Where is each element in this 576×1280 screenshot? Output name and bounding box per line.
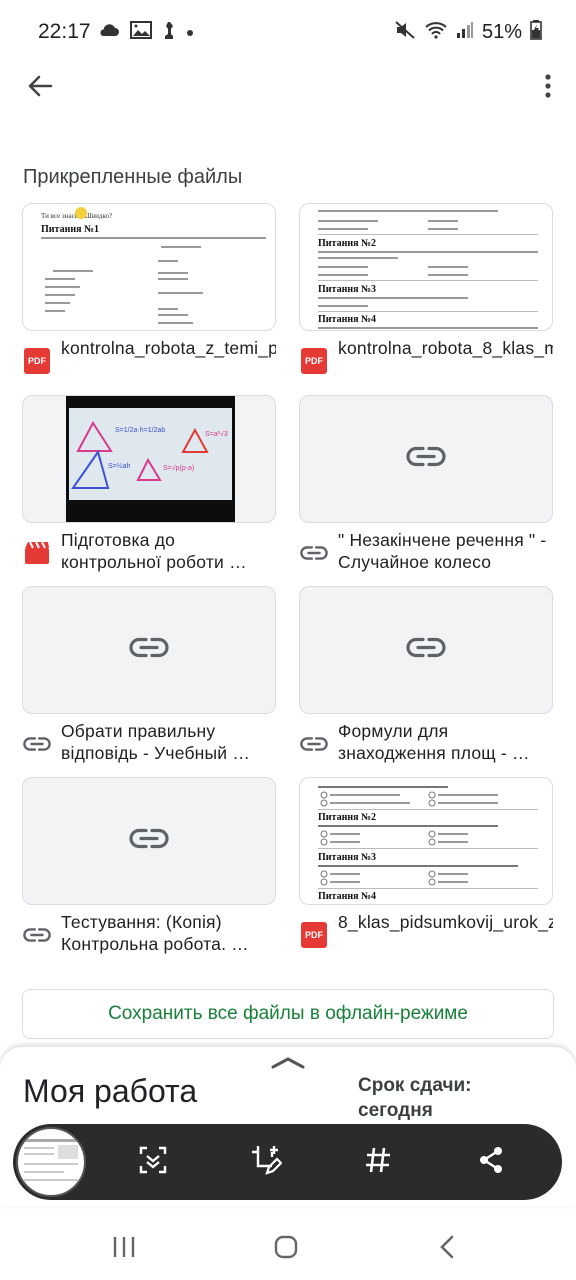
svg-text:S=a²√3: S=a²√3 — [205, 430, 228, 438]
link-thumbnail[interactable] — [299, 586, 553, 714]
more-vert-icon — [545, 73, 551, 103]
screenshot-toolbar — [13, 1124, 562, 1200]
share-button[interactable] — [473, 1144, 509, 1180]
attached-files-title: Прикрепленные файлы — [23, 166, 243, 188]
link-icon — [299, 538, 329, 568]
gallery-icon — [130, 21, 152, 44]
link-icon — [299, 729, 329, 759]
screenshot-thumbnail[interactable] — [16, 1127, 86, 1197]
status-bar: 22:17 51% — [0, 0, 576, 64]
chess-icon — [162, 20, 176, 45]
crop-edit-icon — [250, 1144, 283, 1181]
video-thumbnail[interactable]: S=1/2a·h=1/2ab S=a²√3 S=½ah S=√p(p-a) — [22, 395, 276, 523]
app-bar — [0, 64, 576, 110]
mute-icon — [394, 20, 416, 45]
attachment-item[interactable]: " Незакінчене речення " - Случайное коле… — [299, 395, 553, 589]
my-work-title: Моя работа — [23, 1073, 198, 1109]
back-button[interactable] — [22, 70, 58, 106]
svg-text:Питання №2: Питання №2 — [318, 812, 376, 823]
file-name: " Незакінчене речення " - Случайное коле… — [338, 530, 547, 572]
svg-text:Питання №1: Питання №1 — [41, 224, 99, 235]
pdf-icon: PDF — [299, 346, 329, 376]
home-button[interactable] — [266, 1232, 306, 1266]
signal-icon — [456, 21, 474, 44]
system-back-button[interactable] — [427, 1232, 467, 1266]
link-icon — [406, 637, 446, 664]
chevron-left-icon — [439, 1235, 455, 1264]
document-thumbnail[interactable]: Ти все знаєш? Швидко? Питання №1 — [22, 203, 276, 331]
file-name: Підготовка до контрольної роботи … — [61, 530, 247, 572]
wifi-icon — [424, 21, 448, 44]
link-icon — [22, 920, 52, 950]
file-name: Формули для знаходження площ - … — [338, 721, 530, 763]
link-icon — [129, 828, 169, 855]
link-thumbnail[interactable] — [22, 777, 276, 905]
chevron-up-icon[interactable] — [270, 1055, 306, 1074]
tag-button[interactable] — [360, 1144, 396, 1180]
battery-icon — [530, 20, 542, 45]
home-icon — [274, 1235, 298, 1264]
dot-icon — [186, 24, 194, 42]
link-thumbnail[interactable] — [22, 586, 276, 714]
document-thumbnail[interactable]: Питання №2 Питання №3 Питання №4 — [299, 203, 553, 331]
link-icon — [406, 446, 446, 473]
svg-text:Питання №3: Питання №3 — [318, 852, 376, 863]
due-date-value: сегодня — [358, 1100, 433, 1121]
battery-percent: 51% — [481, 21, 522, 43]
pdf-icon: PDF — [299, 920, 329, 950]
system-nav-bar — [0, 1218, 576, 1280]
due-date-label: Срок сдачи: — [358, 1075, 472, 1096]
link-icon — [22, 729, 52, 759]
recents-icon — [112, 1236, 136, 1263]
attachment-item[interactable]: Ти все знаєш? Швидко? Питання №1 PDF kon… — [22, 203, 276, 397]
attachment-item[interactable]: S=1/2a·h=1/2ab S=a²√3 S=½ah S=√p(p-a) Пі… — [22, 395, 276, 589]
document-thumbnail[interactable]: Питання №2 Питання №3 Питання №4 — [299, 777, 553, 905]
arrow-back-icon — [27, 74, 53, 103]
save-offline-button[interactable]: Сохранить все файлы в офлайн-режиме — [22, 989, 554, 1039]
file-name: Обрати правильну відповідь - Учебный … — [61, 721, 251, 763]
svg-text:Питання №4: Питання №4 — [318, 891, 376, 902]
svg-text:Питання №3: Питання №3 — [318, 284, 376, 295]
svg-text:S=½ah: S=½ah — [108, 462, 130, 470]
link-thumbnail[interactable] — [299, 395, 553, 523]
attachment-item[interactable]: Питання №2 Питання №3 Питання №4 PDF 8_k… — [299, 777, 553, 971]
file-name: 8_klas_pidsumkovij_urok_z_temi_plosi_mno… — [338, 912, 553, 932]
svg-text:Питання №2: Питання №2 — [318, 238, 376, 249]
due-date: Срок сдачи: сегодня — [358, 1073, 471, 1123]
crop-edit-button[interactable] — [248, 1144, 284, 1180]
attachment-item[interactable]: Тестування: (Копія) Контрольна робота. … — [22, 777, 276, 971]
status-time: 22:17 — [38, 20, 91, 43]
video-icon — [22, 538, 52, 568]
svg-text:S=√p(p-a): S=√p(p-a) — [163, 464, 194, 472]
scrolled-text-fragment — [30, 110, 180, 132]
pdf-icon: PDF — [22, 346, 52, 376]
file-name: Тестування: (Копія) Контрольна робота. … — [61, 912, 249, 954]
cloud-icon — [98, 23, 120, 42]
scroll-capture-icon — [138, 1145, 168, 1180]
svg-text:Питання №4: Питання №4 — [318, 314, 376, 325]
scroll-capture-button[interactable] — [135, 1144, 171, 1180]
attachment-item[interactable]: Питання №2 Питання №3 Питання №4 PDF kon… — [299, 203, 553, 397]
hashtag-icon — [364, 1146, 392, 1179]
recents-button[interactable] — [104, 1232, 144, 1266]
attachment-item[interactable]: Обрати правильну відповідь - Учебный … — [22, 586, 276, 780]
svg-text:S=1/2a·h=1/2ab: S=1/2a·h=1/2ab — [115, 427, 165, 434]
share-icon — [477, 1146, 505, 1179]
more-options-button[interactable] — [538, 70, 558, 106]
attachment-item[interactable]: Формули для знаходження площ - … — [299, 586, 553, 780]
file-name: kontrolna_robota_8_klas_mnogokutniki_i_p… — [338, 338, 553, 358]
file-name: kontrolna_robota_z_temi_plosi_mnogokutni… — [61, 338, 276, 358]
status-left-icons — [98, 20, 194, 45]
link-icon — [129, 637, 169, 664]
status-right-icons: 51% — [394, 20, 542, 45]
